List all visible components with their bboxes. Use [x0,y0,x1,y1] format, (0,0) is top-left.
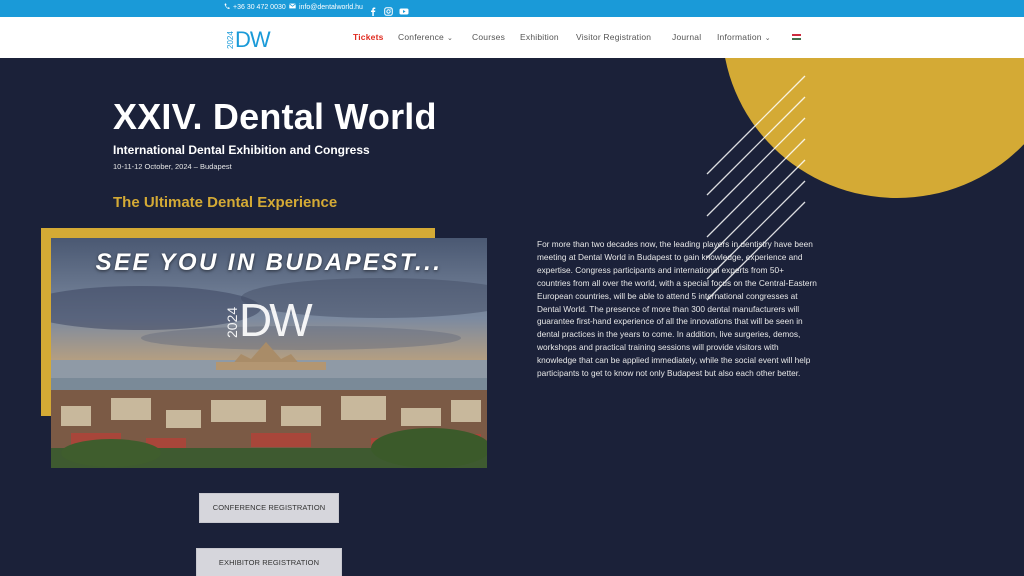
conference-registration-button[interactable]: CONFERENCE REGISTRATION [199,493,339,523]
intro-paragraph: For more than two decades now, the leadi… [537,239,817,379]
nav-information-label: Information [717,32,762,42]
mail-icon [289,3,296,11]
hungarian-flag-icon[interactable] [792,34,801,40]
dental-world-logo[interactable]: 2024 DW [224,24,274,52]
photo-caption: SEE YOU IN BUDAPEST... [95,249,443,276]
logo-mark: DW [235,27,271,52]
phone-contact[interactable]: +36 30 472 0030 [224,3,286,12]
chevron-down-icon: ⌄ [764,35,771,42]
budapest-photo: SEE YOU IN BUDAPEST... 2024 DW [51,238,487,468]
nav-visitor-registration[interactable]: Visitor Registration [576,32,651,42]
nav-courses[interactable]: Courses [472,32,505,42]
phone-number: +36 30 472 0030 [233,4,286,11]
email-address: info@dentalworld.hu [299,3,363,11]
phone-icon [224,3,230,12]
photo-dw-logo: 2024 DW [221,288,321,348]
hero-tagline: The Ultimate Dental Experience [113,194,338,211]
nav-conference-label: Conference [398,32,444,42]
nav-tickets[interactable]: Tickets [353,32,384,42]
main-navbar: 2024 DW Tickets Conference ⌄ Courses Exhi… [0,17,1024,58]
chevron-down-icon: ⌄ [446,35,454,42]
event-date: 10-11-12 October, 2024 – Budapest [113,162,232,171]
nav-information[interactable]: Information ⌄ [717,32,771,42]
nav-conference[interactable]: Conference ⌄ [398,32,453,42]
top-bar: +36 30 472 0030 info@dentalworld.hu [0,0,1024,17]
hero-subtitle: International Dental Exhibition and Cong… [113,143,370,157]
photo-logo-year: 2024 [224,307,240,338]
exhibitor-registration-button[interactable]: EXHIBITOR REGISTRATION [196,548,342,576]
nav-journal[interactable]: Journal [672,32,701,42]
nav-exhibition[interactable]: Exhibition [520,32,559,42]
photo-logo-mark: DW [239,294,313,346]
hero-title: XXIV. Dental World [113,96,437,137]
hero-section: XXIV. Dental World International Dental … [0,58,1024,576]
email-contact[interactable]: info@dentalworld.hu [289,3,363,11]
logo-year: 2024 [226,31,235,49]
